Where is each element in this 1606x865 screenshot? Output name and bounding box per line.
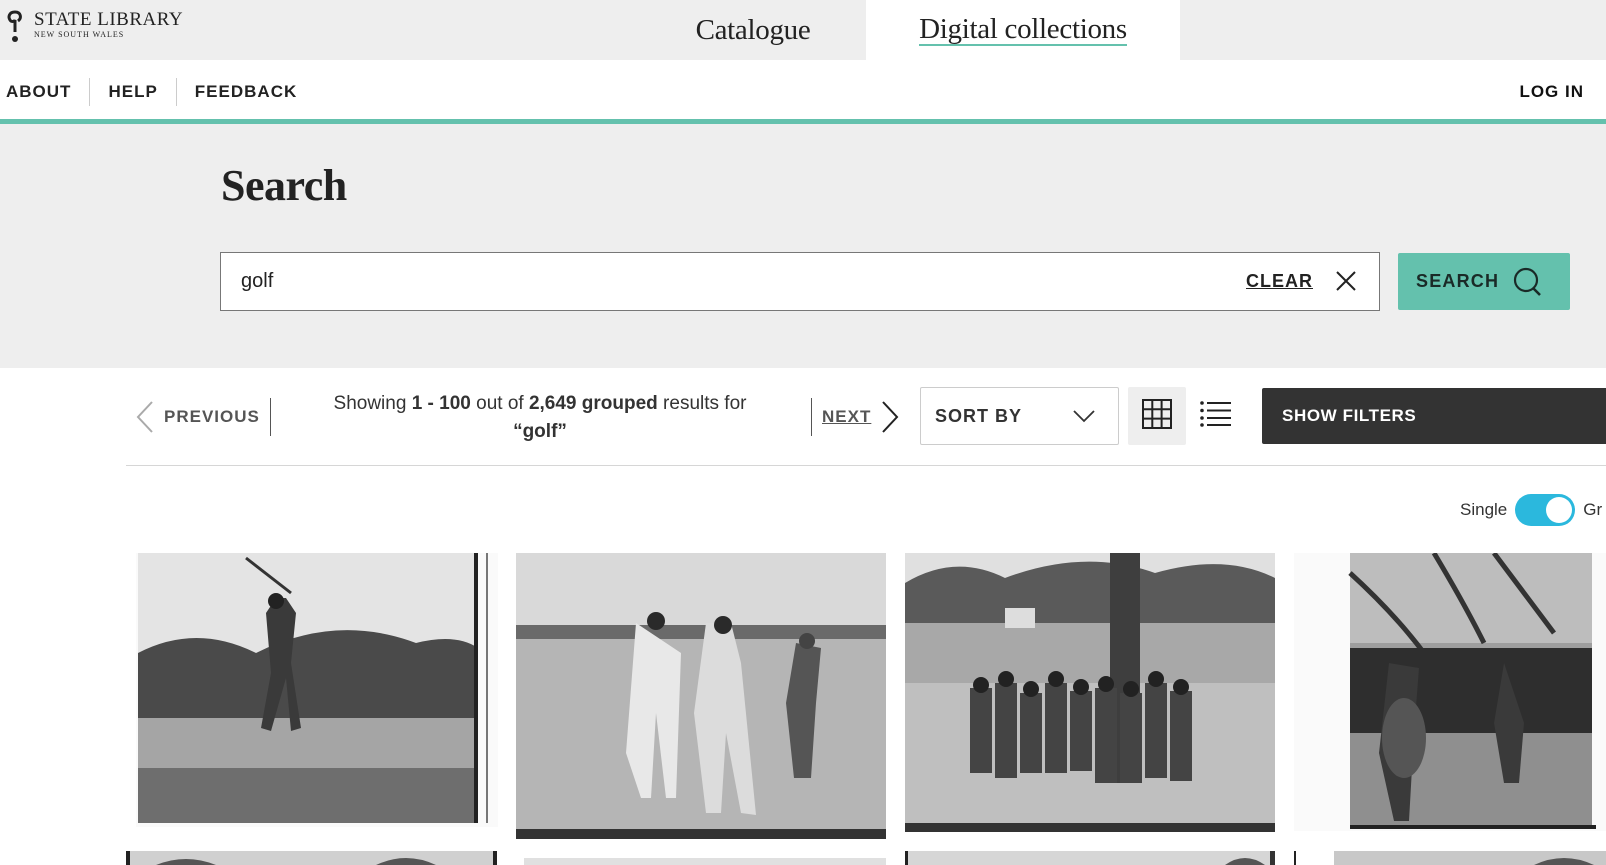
- result-thumbnail[interactable]: [1294, 851, 1606, 865]
- results-query: “golf”: [513, 421, 567, 442]
- tab-catalogue-label: Catalogue: [695, 13, 811, 46]
- results-prefix: Showing: [333, 393, 412, 414]
- next-button[interactable]: NEXT: [822, 400, 901, 434]
- tab-catalogue[interactable]: Catalogue: [640, 0, 866, 60]
- clear-button[interactable]: CLEAR: [1246, 270, 1313, 292]
- list-icon: [1200, 400, 1232, 433]
- chevron-down-icon: [1072, 408, 1096, 424]
- previous-label: PREVIOUS: [164, 407, 260, 426]
- show-filters-label: SHOW FILTERS: [1282, 406, 1417, 425]
- results-summary: Showing 1 - 100 out of 2,649 grouped res…: [290, 390, 790, 446]
- secondary-nav: ABOUT HELP FEEDBACK LOG IN: [0, 60, 1606, 119]
- grid-icon: [1142, 398, 1172, 434]
- chevron-right-icon: [879, 400, 901, 434]
- result-thumbnail[interactable]: [136, 553, 498, 827]
- pager-divider: [811, 398, 812, 436]
- toggle-knob: [1546, 497, 1573, 523]
- login-link[interactable]: LOG IN: [1519, 77, 1584, 107]
- result-thumbnail[interactable]: [1294, 553, 1606, 831]
- next-label: NEXT: [822, 407, 872, 426]
- result-thumbnail[interactable]: [905, 851, 1275, 865]
- logo-subtitle: NEW SOUTH WALES: [34, 30, 125, 39]
- results-toolbar: PREVIOUS Showing 1 - 100 out of 2,649 gr…: [0, 368, 1606, 466]
- result-thumbnail[interactable]: [516, 553, 886, 839]
- top-bar-fill: [1180, 0, 1606, 60]
- chevron-left-icon: [134, 400, 156, 434]
- logo-mark-icon: [6, 10, 24, 44]
- nav-feedback[interactable]: FEEDBACK: [177, 77, 315, 107]
- list-view-button[interactable]: [1194, 387, 1238, 445]
- close-icon[interactable]: [1335, 270, 1357, 292]
- search-panel: Search CLEAR SEARCH: [0, 124, 1606, 368]
- logo-title: STATE LIBRARY: [34, 9, 184, 30]
- search-button[interactable]: SEARCH: [1398, 253, 1570, 310]
- results-range: 1 - 100: [411, 393, 471, 414]
- previous-button[interactable]: PREVIOUS: [134, 400, 260, 434]
- sort-by-label: SORT BY: [935, 405, 1023, 426]
- toolbar-divider: [126, 465, 1606, 466]
- toggle-label-grouped: Gr: [1583, 500, 1603, 519]
- page-title: Search: [221, 161, 347, 210]
- results-total: 2,649 grouped: [528, 393, 658, 414]
- search-icon: [1513, 267, 1543, 297]
- nav-help[interactable]: HELP: [90, 77, 175, 107]
- search-button-label: SEARCH: [1416, 271, 1500, 291]
- toggle-label-single: Single: [1460, 500, 1508, 519]
- results-suffix: results for: [657, 393, 747, 414]
- state-library-logo[interactable]: STATE LIBRARY NEW SOUTH WALES: [6, 10, 183, 44]
- pager-divider: [270, 398, 271, 436]
- result-thumbnail[interactable]: [905, 553, 1275, 832]
- sort-by-dropdown[interactable]: SORT BY: [920, 387, 1119, 445]
- nav-about[interactable]: ABOUT: [0, 77, 89, 107]
- grid-view-button[interactable]: [1128, 387, 1186, 445]
- tab-digital-collections-label: Digital collections: [919, 13, 1127, 46]
- result-thumbnail[interactable]: [126, 851, 497, 865]
- search-box: CLEAR: [220, 252, 1380, 311]
- grouping-toggle[interactable]: [1515, 494, 1576, 526]
- results-mid: out of: [470, 393, 529, 414]
- tab-digital-collections[interactable]: Digital collections: [866, 0, 1180, 60]
- show-filters-button[interactable]: SHOW FILTERS: [1262, 388, 1606, 444]
- search-input[interactable]: [241, 253, 1141, 310]
- grouping-toggle-group: Single Gr: [1460, 494, 1602, 526]
- result-thumbnail[interactable]: [524, 858, 886, 865]
